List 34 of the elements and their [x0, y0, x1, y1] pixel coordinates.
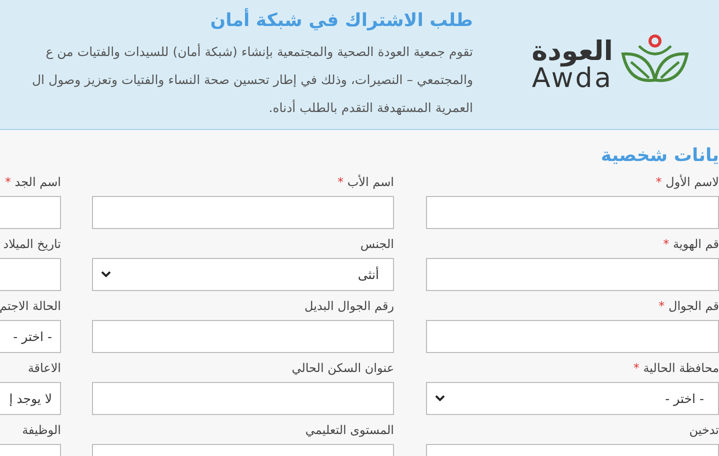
field-label: قم الجوال * [658, 298, 719, 314]
logo-arabic-text: العودة [532, 38, 613, 65]
logo-latin-text: Awda [532, 65, 613, 92]
field-label: محافظة الحالية * [632, 360, 719, 376]
intro-paragraph: تقوم جمعية العودة الصحية والمجتمعية بإنشاء (شبكة أمان) للسيدات والفتيات من ع والمجتمعي – النصيرات، وذلك في إطار تحسين صحة النساء والفتيات وتعزيز وصول ال العمرية المستهدفة التقدم بالطلب أدناه. [32, 42, 473, 117]
input-field[interactable] [426, 196, 719, 229]
input-field[interactable] [426, 320, 719, 353]
input-field[interactable] [0, 258, 61, 291]
input-field[interactable] [92, 320, 394, 353]
select-field[interactable]: - اختر - [0, 320, 61, 353]
field-label: رقم الجوال البديل [304, 298, 394, 314]
select-field[interactable]: أنثى [92, 258, 394, 291]
field-label: المستوى التعليمي [304, 422, 394, 438]
page-title: طلب الاشتراك في شبكة أمان [209, 8, 473, 33]
field-label: الوظيفة [21, 422, 61, 438]
input-field[interactable] [426, 258, 719, 291]
field-label: اسم الأب * [336, 174, 394, 190]
select-field[interactable]: - اختر - [426, 382, 719, 415]
field-label: قم الهوية * [662, 236, 719, 252]
chevron-down-icon [101, 271, 111, 278]
field-label: اسم الجد * [4, 174, 61, 190]
field-label: عنوان السكن الحالي [290, 360, 394, 376]
chevron-down-icon [435, 395, 445, 402]
field-label: تاريخ الميلاد [2, 236, 61, 252]
select-field[interactable]: لا يوجد إ [0, 382, 61, 415]
input-field[interactable] [92, 382, 394, 415]
input-field[interactable] [0, 196, 61, 229]
field-label: الحالة الاجتم [0, 298, 61, 314]
section-title: يانات شخصية [600, 144, 719, 168]
field-label: لاسم الأول * [654, 174, 719, 190]
field-label: الجنس [359, 236, 394, 252]
field-label: الاعاقة [26, 360, 61, 376]
field-label: تدخين [688, 422, 719, 438]
input-field[interactable] [92, 196, 394, 229]
